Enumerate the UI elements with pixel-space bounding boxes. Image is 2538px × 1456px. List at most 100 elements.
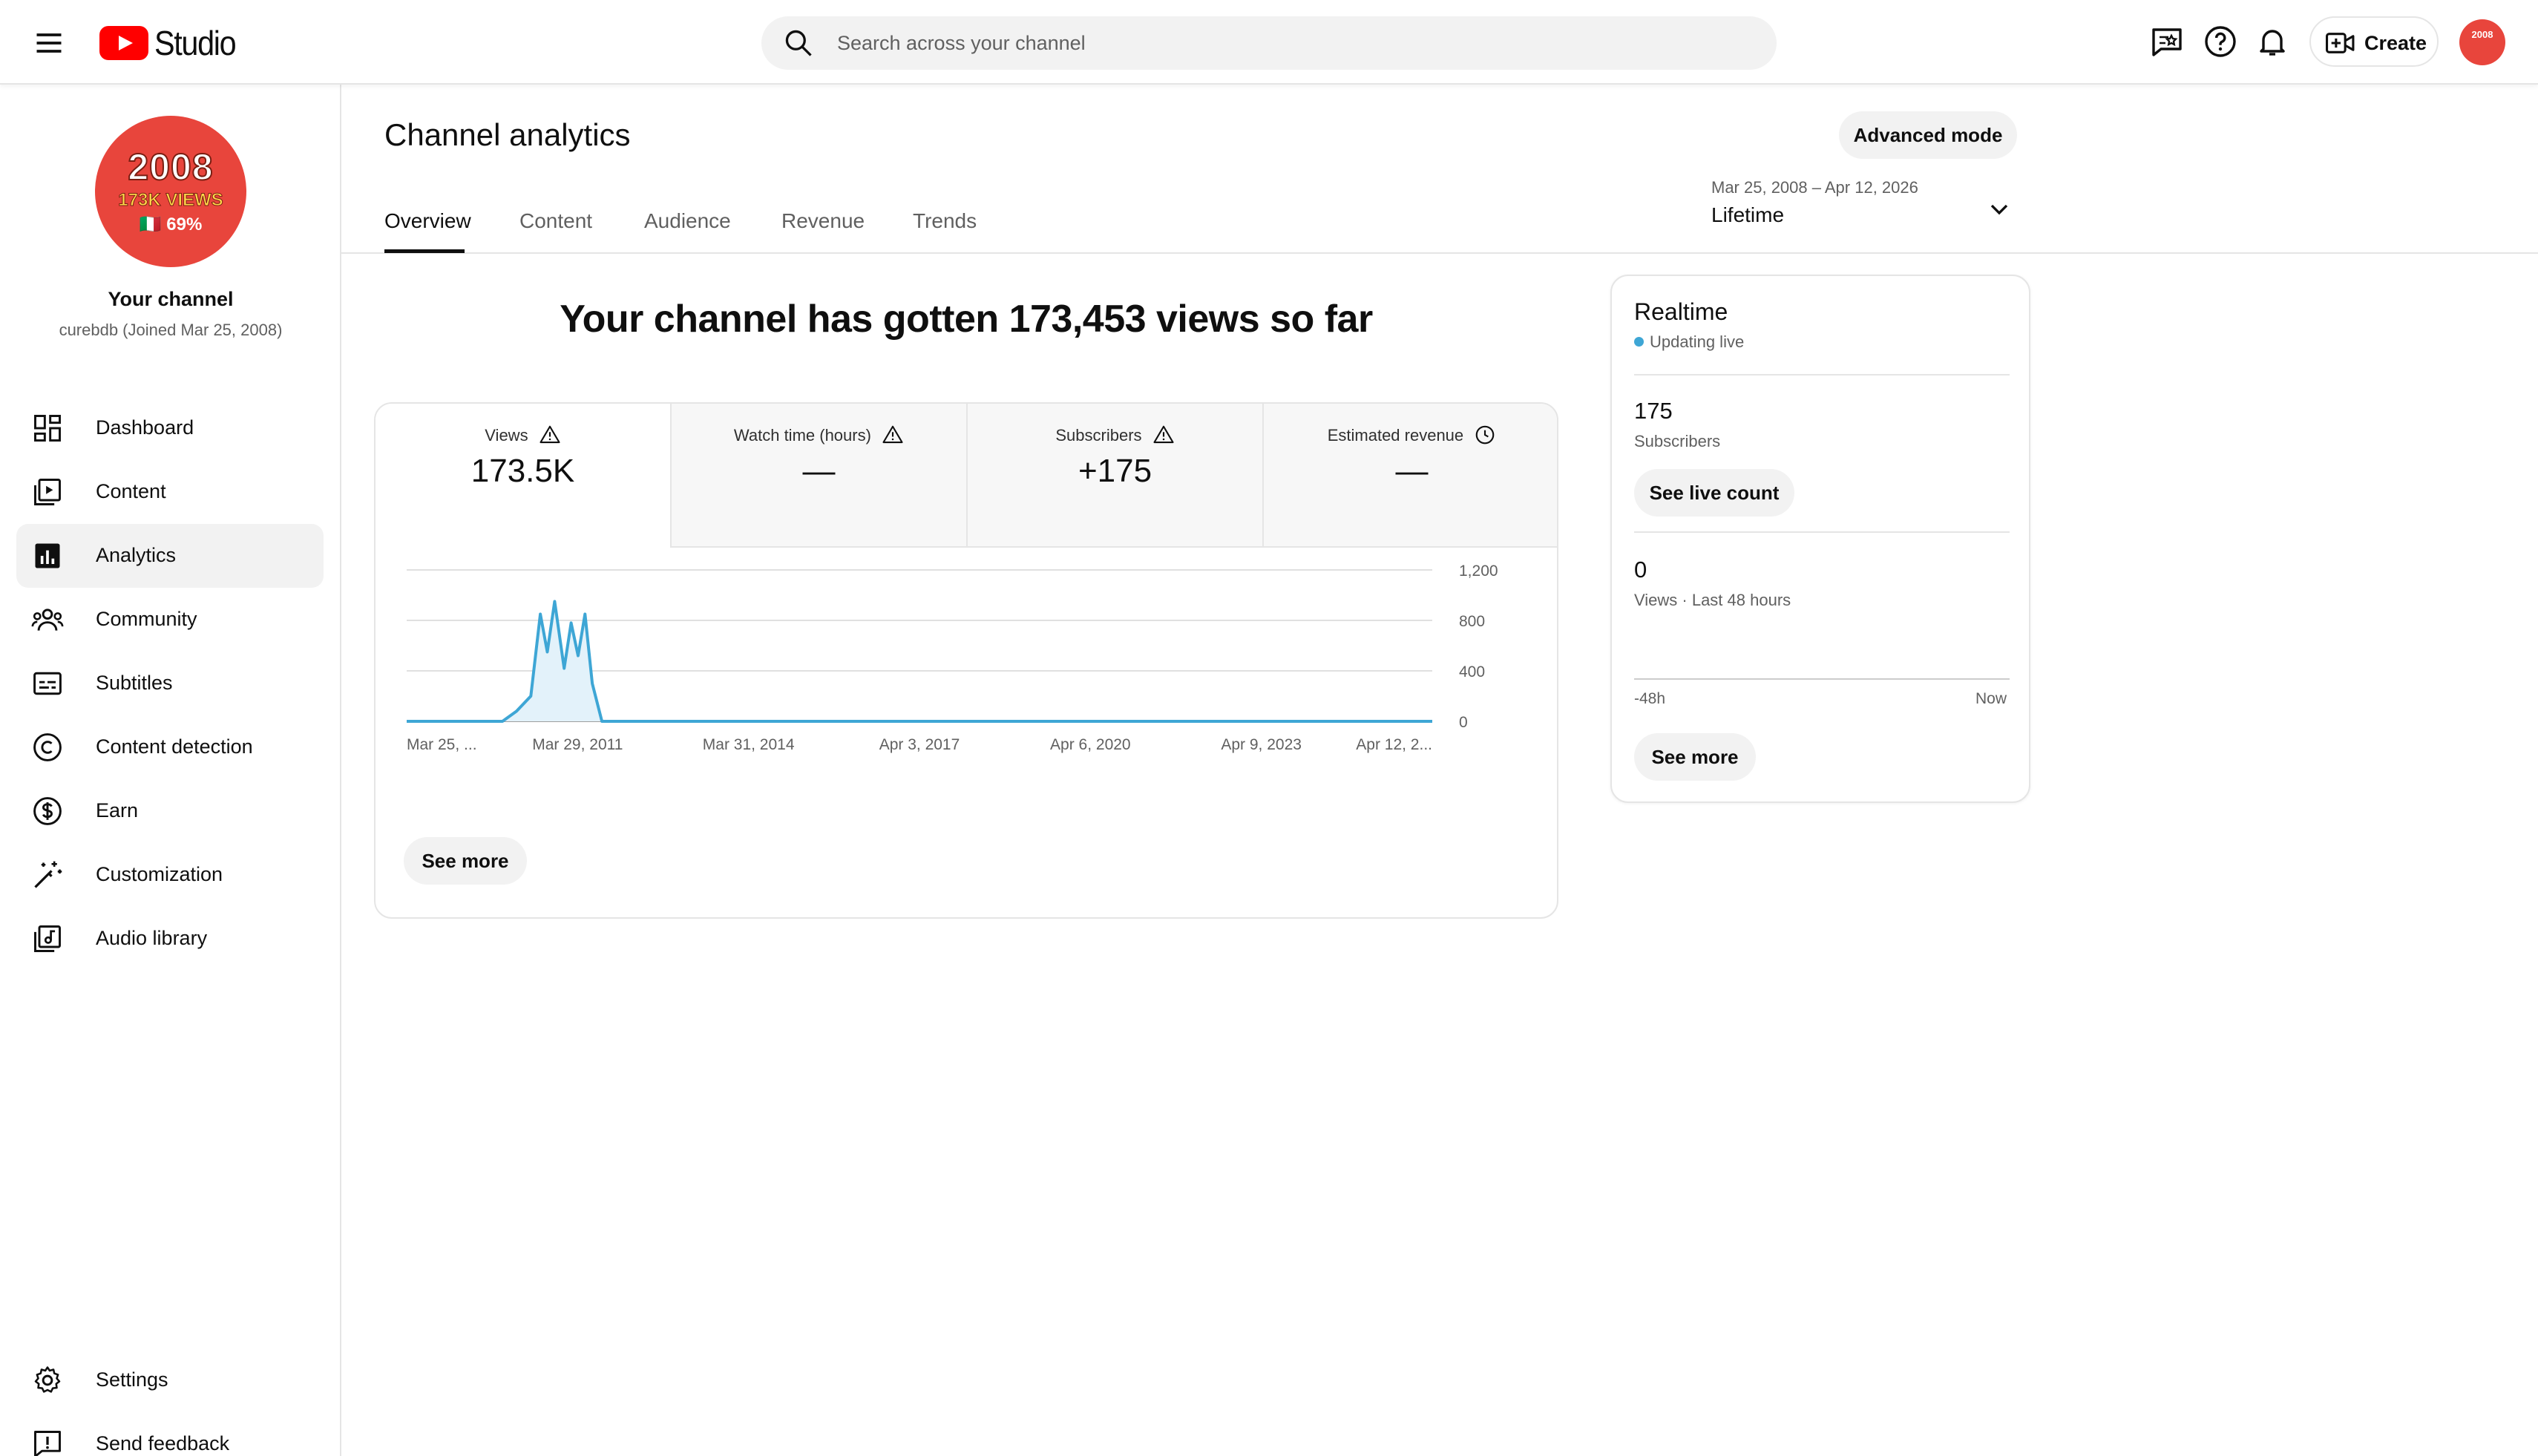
sidebar-item-content[interactable]: Content	[16, 460, 324, 524]
content-icon	[34, 479, 61, 505]
hamburger-menu-icon[interactable]	[33, 27, 65, 59]
x-tick-label: Apr 6, 2020	[1050, 736, 1131, 753]
metric-label: Watch time (hours)	[672, 424, 966, 446]
sidebar-item-community[interactable]: Community	[16, 588, 324, 652]
sidebar-item-subtitles[interactable]: Subtitles	[16, 652, 324, 715]
date-range-text[interactable]: Mar 25, 2008 – Apr 12, 2026	[1711, 178, 1918, 197]
see-more-button[interactable]: See more	[404, 837, 527, 885]
clock-icon[interactable]	[1474, 424, 1496, 446]
sidebar-item-dashboard[interactable]: Dashboard	[16, 396, 324, 460]
sidebar-item-settings[interactable]: Settings	[16, 1348, 324, 1412]
tab-revenue[interactable]: Revenue	[781, 209, 865, 233]
metric-subscribers[interactable]: Subscribers +175	[968, 404, 1264, 548]
dollar-icon	[33, 797, 62, 825]
warning-icon[interactable]	[882, 424, 904, 446]
sidebar-item-label: Analytics	[96, 544, 177, 566]
channel-avatar[interactable]: 2008 173K VIEWS 🇮🇹 69%	[95, 116, 246, 267]
x-tick-label: Apr 9, 2023	[1221, 736, 1302, 753]
sidebar-item-earn[interactable]: Earn	[16, 779, 324, 843]
metric-watch-time[interactable]: Watch time (hours) —	[672, 404, 968, 548]
realtime-see-more-button[interactable]: See more	[1634, 733, 1756, 781]
tab-content[interactable]: Content	[519, 209, 592, 233]
sidebar: 2008 173K VIEWS 🇮🇹 69% Your channel cure…	[0, 85, 341, 1456]
notifications-bell-icon[interactable]	[2255, 24, 2290, 59]
metric-label: Estimated revenue	[1264, 424, 1557, 446]
account-avatar-text: 2008	[2471, 29, 2493, 40]
messages-icon[interactable]	[2149, 24, 2185, 59]
metric-label-text: Subscribers	[1055, 426, 1142, 445]
realtime-title: Realtime	[1634, 298, 1728, 325]
realtime-status: Updating live	[1634, 332, 1744, 352]
audio-library-icon	[34, 925, 61, 952]
create-label: Create	[2364, 32, 2427, 54]
chevron-down-icon[interactable]	[1984, 194, 2014, 224]
channel-title[interactable]: Your channel	[0, 288, 341, 311]
magic-wand-icon	[34, 861, 62, 888]
realtime-chart-baseline	[1634, 678, 2010, 680]
search-input[interactable]	[837, 16, 1750, 70]
live-dot-icon	[1634, 337, 1644, 347]
y-tick-label: 1,200	[1459, 563, 1498, 580]
sidebar-item-label: Community	[96, 608, 197, 630]
channel-avatar-percent: 🇮🇹 69%	[139, 214, 203, 235]
metric-estimated-revenue[interactable]: Estimated revenue —	[1264, 404, 1557, 548]
metric-label-text: Watch time (hours)	[733, 426, 871, 445]
x-tick-label: Apr 12, 2...	[1356, 736, 1432, 753]
sidebar-item-label: Content detection	[96, 735, 253, 758]
sidebar-item-label: Send feedback	[96, 1432, 230, 1455]
help-icon[interactable]	[2203, 24, 2238, 59]
advanced-mode-button[interactable]: Advanced mode	[1839, 111, 2017, 159]
realtime-views-label: Views · Last 48 hours	[1634, 591, 1791, 609]
dashboard-icon	[34, 415, 61, 442]
sidebar-item-label: Settings	[96, 1368, 168, 1391]
realtime-subscribers-label: Subscribers	[1634, 432, 1721, 450]
views-line-chart[interactable]: 0 400 800 1,200 Mar 25, ... Mar 29, 2011 Mar 3…	[376, 548, 1558, 830]
see-live-count-button[interactable]: See live count	[1634, 469, 1794, 517]
x-tick-label: Mar 29, 2011	[532, 736, 623, 753]
video-camera-plus-icon	[2326, 33, 2355, 53]
feedback-icon	[34, 1431, 61, 1456]
sidebar-item-label: Audio library	[96, 927, 208, 949]
sidebar-item-customization[interactable]: Customization	[16, 843, 324, 907]
search-bar[interactable]	[761, 16, 1777, 70]
divider	[1634, 374, 2010, 376]
y-tick-label: 800	[1459, 613, 1485, 630]
metric-value: —	[802, 453, 836, 489]
studio-logo[interactable]: Studio	[99, 22, 244, 64]
realtime-axis-start: -48h	[1634, 690, 1666, 707]
youtube-logo-icon	[99, 26, 148, 60]
warning-icon[interactable]	[1152, 424, 1175, 446]
tabs-divider	[341, 252, 2538, 254]
realtime-axis-end: Now	[1975, 690, 2007, 707]
channel-avatar-views: 173K VIEWS	[118, 190, 223, 211]
sidebar-item-analytics[interactable]: Analytics	[16, 524, 324, 588]
metric-label: Views	[376, 424, 670, 446]
date-range-label[interactable]: Lifetime	[1711, 203, 1784, 227]
sidebar-item-audio-library[interactable]: Audio library	[16, 907, 324, 971]
logo-text: Studio	[154, 24, 237, 62]
overview-card: Views 173.5K Watch time (hours) — Subscr…	[374, 402, 1558, 919]
chart-area-fill	[407, 601, 1432, 721]
gear-icon	[34, 1366, 61, 1393]
metric-views[interactable]: Views 173.5K	[376, 404, 672, 548]
x-tick-label: Apr 3, 2017	[879, 736, 960, 753]
sidebar-item-send-feedback[interactable]: Send feedback	[16, 1412, 324, 1456]
analytics-icon	[35, 543, 60, 568]
tab-overview[interactable]: Overview	[384, 209, 471, 233]
tab-audience[interactable]: Audience	[644, 209, 731, 233]
realtime-status-text: Updating live	[1650, 332, 1745, 351]
create-button[interactable]: Create	[2309, 16, 2439, 67]
sidebar-item-label: Content	[96, 480, 166, 502]
account-avatar[interactable]: 2008	[2459, 19, 2505, 65]
warning-icon[interactable]	[539, 424, 561, 446]
search-icon[interactable]	[782, 27, 815, 59]
page-title: Channel analytics	[384, 117, 631, 152]
sidebar-item-content-detection[interactable]: Content detection	[16, 715, 324, 779]
sidebar-item-label: Dashboard	[96, 416, 194, 439]
x-tick-label: Mar 25, ...	[407, 736, 477, 753]
channel-avatar-year: 2008	[127, 145, 214, 188]
realtime-views-value: 0	[1634, 557, 1647, 583]
y-tick-label: 0	[1459, 714, 1468, 731]
tab-trends[interactable]: Trends	[913, 209, 977, 233]
metric-label: Subscribers	[968, 424, 1262, 446]
